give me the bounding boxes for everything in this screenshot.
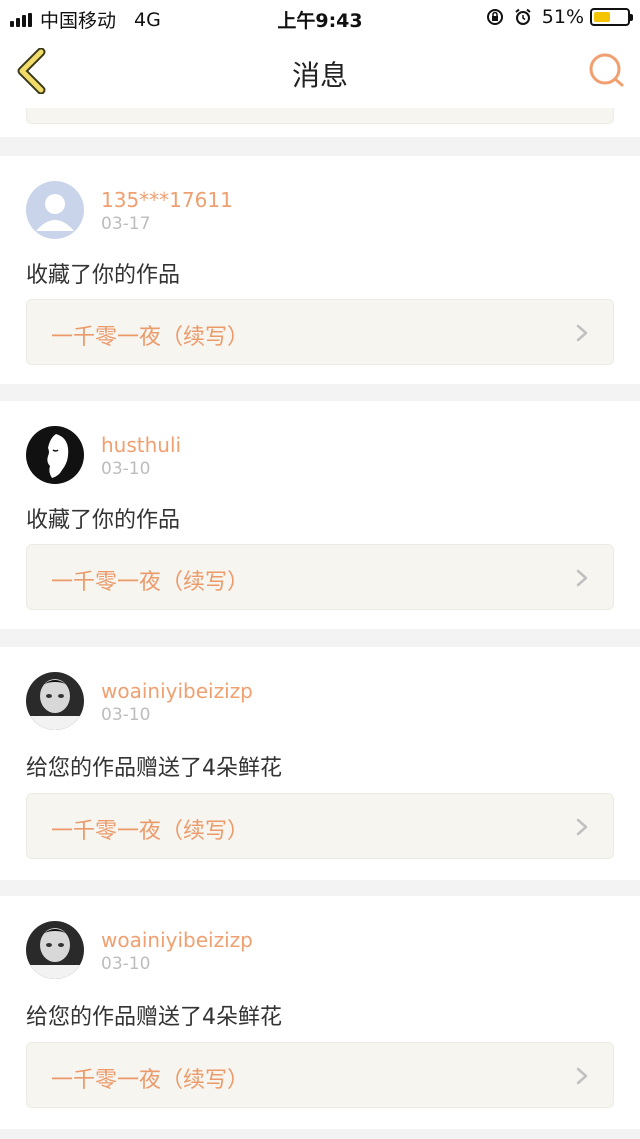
battery-icon <box>590 8 633 26</box>
avatar[interactable] <box>26 181 84 239</box>
work-title: 一千零一夜（续写） <box>51 819 250 844</box>
orientation-lock-icon <box>486 9 503 25</box>
photo-avatar-icon <box>26 921 84 979</box>
chevron-right-icon <box>576 324 588 342</box>
chevron-right-icon <box>576 569 588 587</box>
message-action: 收藏了你的作品 <box>26 508 181 533</box>
previous-card-tail <box>0 108 640 137</box>
photo-avatar-icon <box>26 672 84 730</box>
avatar[interactable] <box>26 672 84 730</box>
chevron-right-icon <box>576 1067 588 1085</box>
avatar[interactable] <box>26 921 84 979</box>
work-title: 一千零一夜（续写） <box>51 325 250 350</box>
message-action: 给您的作品赠送了4朵鲜花 <box>26 756 282 781</box>
message-date: 03-10 <box>101 705 151 725</box>
work-title: 一千零一夜（续写） <box>51 1068 250 1093</box>
status-right: 51% <box>486 6 633 28</box>
message-action: 收藏了你的作品 <box>26 263 181 288</box>
message-card: 135***17611 03-17 收藏了你的作品 一千零一夜（续写） <box>0 156 640 384</box>
message-card: woainiyibeizizp 03-10 给您的作品赠送了4朵鲜花 一千零一夜… <box>0 647 640 880</box>
message-card: woainiyibeizizp 03-10 给您的作品赠送了4朵鲜花 一千零一夜… <box>0 896 640 1129</box>
alarm-icon <box>515 8 531 25</box>
message-date: 03-10 <box>101 459 151 479</box>
nav-bar: 消息 <box>0 34 640 109</box>
search-icon[interactable] <box>586 50 626 90</box>
work-link[interactable]: 一千零一夜（续写） <box>26 299 614 365</box>
work-link[interactable]: 一千零一夜（续写） <box>26 793 614 859</box>
username[interactable]: husthuli <box>101 433 181 457</box>
message-action: 给您的作品赠送了4朵鲜花 <box>26 1005 282 1030</box>
previous-work-link[interactable] <box>26 108 614 124</box>
username[interactable]: woainiyibeizizp <box>101 928 253 952</box>
face-silhouette-avatar-icon <box>26 426 84 484</box>
work-link[interactable]: 一千零一夜（续写） <box>26 544 614 610</box>
message-date: 03-10 <box>101 954 151 974</box>
username[interactable]: 135***17611 <box>101 188 233 212</box>
page-title: 消息 <box>291 59 348 92</box>
battery-percent: 51% <box>541 6 584 28</box>
battery-fill <box>594 12 610 22</box>
username[interactable]: woainiyibeizizp <box>101 679 253 703</box>
work-title: 一千零一夜（续写） <box>51 570 250 595</box>
message-card: husthuli 03-10 收藏了你的作品 一千零一夜（续写） <box>0 401 640 629</box>
message-date: 03-17 <box>101 214 151 234</box>
chevron-right-icon <box>576 818 588 836</box>
status-bar: 中国移动 4G 上午9:43 51% <box>0 0 640 34</box>
default-user-avatar-icon <box>26 181 84 239</box>
avatar[interactable] <box>26 426 84 484</box>
work-link[interactable]: 一千零一夜（续写） <box>26 1042 614 1108</box>
